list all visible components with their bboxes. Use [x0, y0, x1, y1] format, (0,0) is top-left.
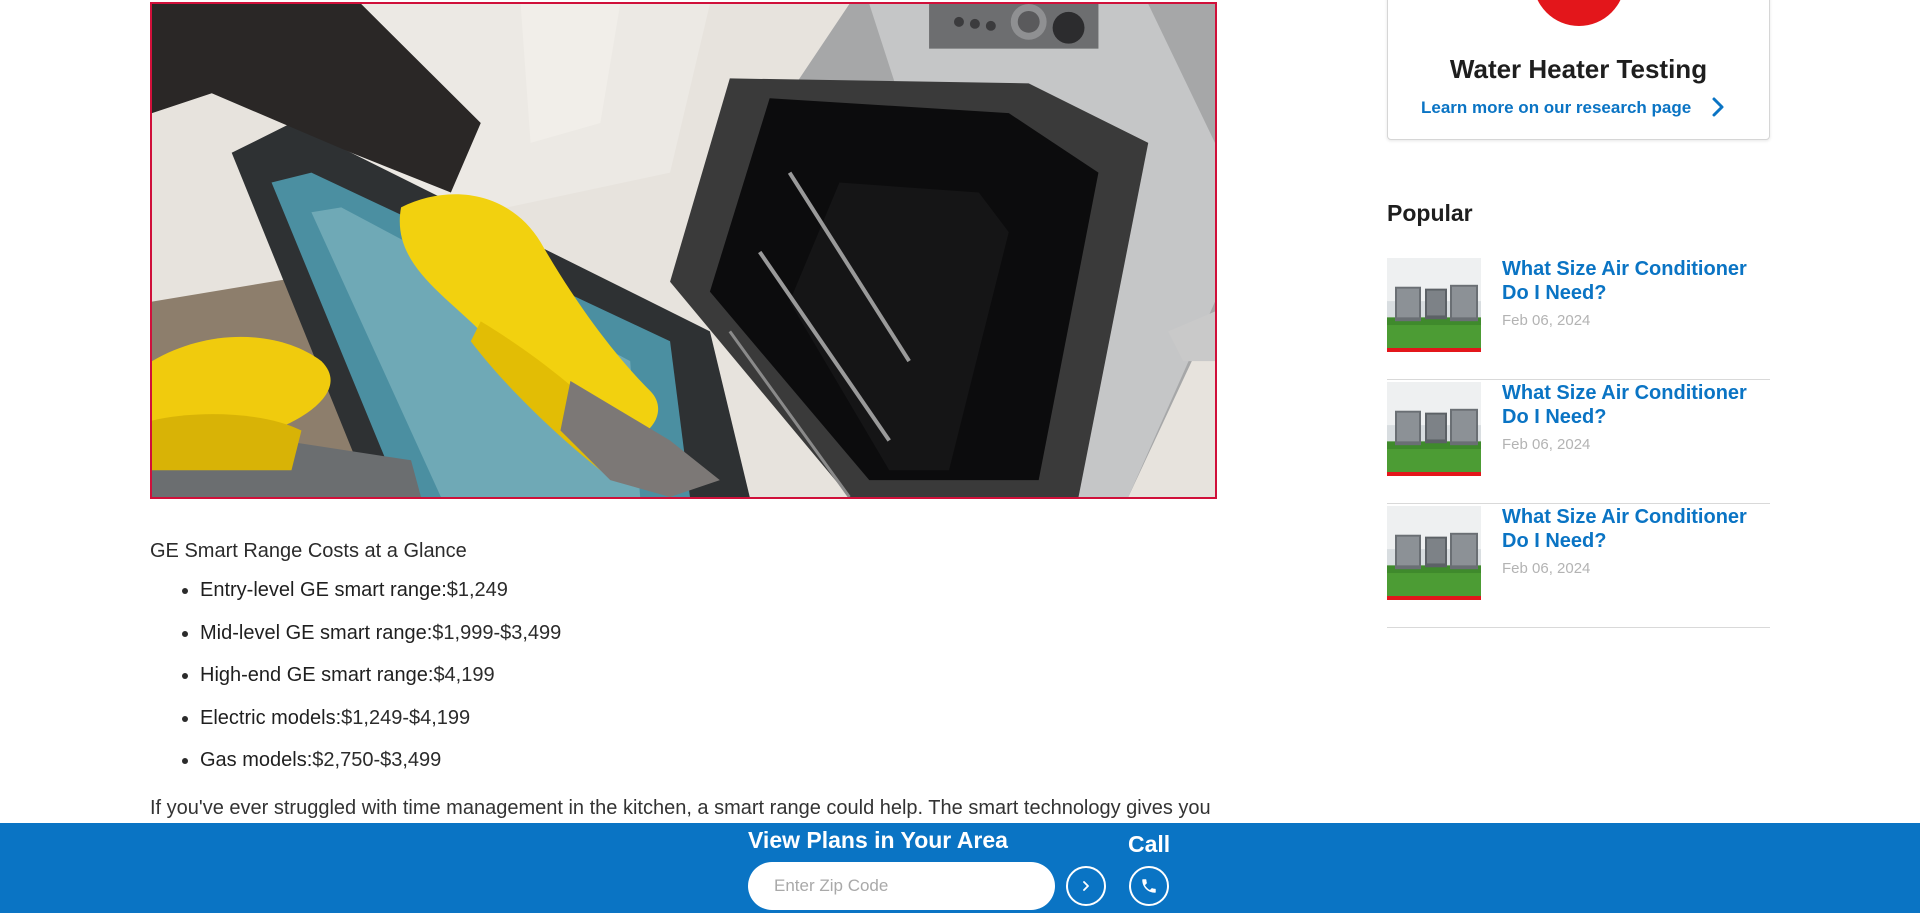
article-thumbnail[interactable]: [1387, 382, 1481, 476]
article-body: GE Smart Range Costs at a Glance Entry-l…: [150, 540, 1230, 790]
cost-value: $1,249-$4,199: [341, 706, 471, 729]
research-page-link[interactable]: Learn more on our research page: [1421, 98, 1691, 118]
popular-list: What Size Air Conditioner Do I Need? Feb…: [1387, 257, 1770, 629]
article-thumbnail[interactable]: [1387, 506, 1481, 600]
ac-units-image: [1387, 506, 1481, 596]
popular-item-date: Feb 06, 2024: [1502, 560, 1591, 577]
zip-submit-button[interactable]: [1066, 866, 1106, 906]
intro-paragraph: If you've ever struggled with time manag…: [150, 797, 1211, 819]
ac-units-image: [1387, 382, 1481, 472]
plans-title: View Plans in Your Area: [748, 827, 1008, 853]
popular-item-title[interactable]: What Size Air Conditioner Do I Need?: [1502, 505, 1772, 553]
cost-value: $1,249: [446, 579, 508, 601]
popular-item-date: Feb 06, 2024: [1502, 436, 1591, 453]
chevron-right-icon[interactable]: [1710, 95, 1726, 119]
article-thumbnail[interactable]: [1387, 258, 1481, 352]
oven-cleaning-photo: [152, 4, 1215, 497]
research-card: Water Heater Testing Learn more on our r…: [1387, 0, 1770, 140]
plans-bottom-bar: View Plans in Your Area Call: [0, 823, 1920, 913]
list-item: Gas models:$2,750-$3,499: [200, 747, 1230, 790]
list-item: High-end GE smart range:$4,199: [200, 662, 1230, 705]
phone-icon: [1142, 879, 1156, 893]
call-button[interactable]: [1129, 866, 1169, 906]
chevron-right-icon: [1083, 881, 1089, 891]
zip-code-input[interactable]: [748, 862, 1055, 910]
list-item: Mid-level GE smart range:$1,999-$3,499: [200, 620, 1230, 663]
cost-label: High-end GE smart range:: [200, 664, 434, 686]
hero-image: [150, 2, 1217, 499]
popular-item-title[interactable]: What Size Air Conditioner Do I Need?: [1502, 381, 1772, 429]
cost-label: Electric models:: [200, 706, 342, 729]
popular-item[interactable]: What Size Air Conditioner Do I Need? Feb…: [1387, 257, 1770, 380]
cost-list: Entry-level GE smart range:$1,249 Mid-le…: [150, 577, 1230, 790]
cost-label: Entry-level GE smart range:: [200, 579, 447, 601]
list-item: Electric models:$1,249-$4,199: [200, 705, 1230, 748]
cost-label: Mid-level GE smart range:: [200, 621, 433, 644]
popular-item-title[interactable]: What Size Air Conditioner Do I Need?: [1502, 257, 1772, 305]
research-card-title: Water Heater Testing: [1449, 54, 1708, 84]
call-label: Call: [1128, 831, 1171, 857]
research-badge-icon: [1533, 0, 1625, 26]
cost-value: $1,999-$3,499: [432, 621, 562, 644]
cost-value: $4,199: [433, 664, 495, 686]
cost-label: Gas models:: [200, 749, 313, 771]
popular-item[interactable]: What Size Air Conditioner Do I Need? Feb…: [1387, 505, 1770, 628]
cost-value: $2,750-$3,499: [312, 749, 442, 771]
ac-units-image: [1387, 258, 1481, 348]
costs-glance-heading: GE Smart Range Costs at a Glance: [150, 540, 467, 562]
popular-heading: Popular: [1387, 200, 1473, 226]
popular-item-date: Feb 06, 2024: [1502, 312, 1591, 329]
list-item: Entry-level GE smart range:$1,249: [200, 577, 1230, 620]
popular-item[interactable]: What Size Air Conditioner Do I Need? Feb…: [1387, 381, 1770, 504]
